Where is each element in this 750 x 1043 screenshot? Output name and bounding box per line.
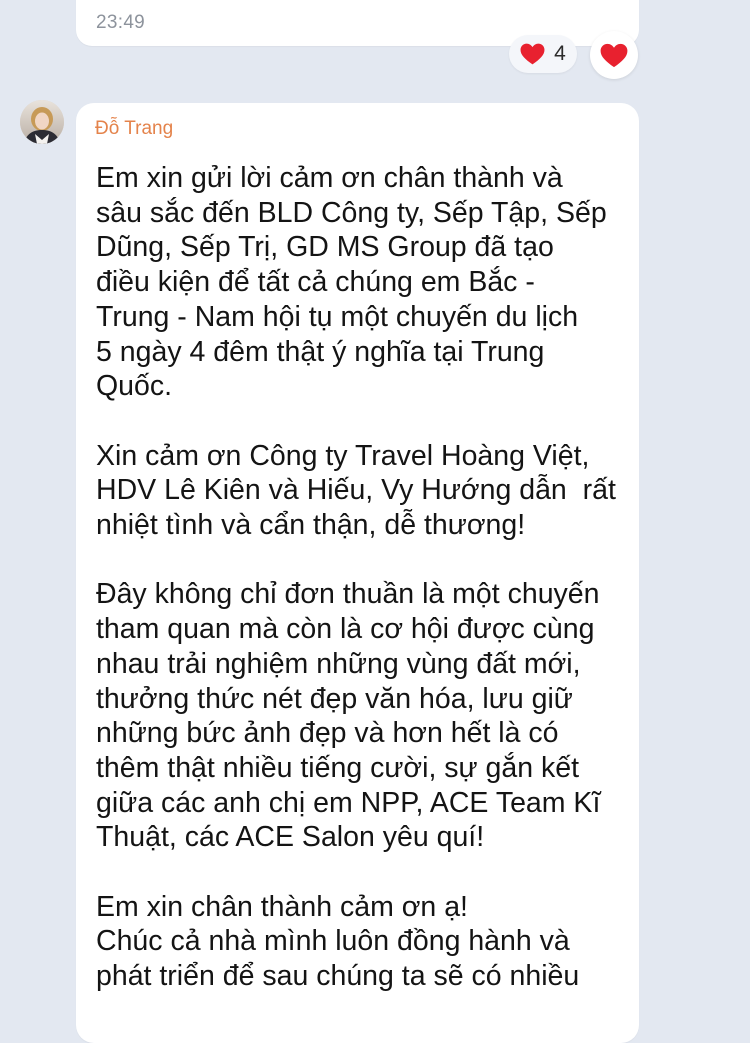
message-timestamp: 23:49 [96,12,146,33]
react-button[interactable] [590,31,638,79]
sender-avatar[interactable] [20,100,64,144]
message-bubble[interactable]: Đỗ Trang Em xin gửi lời cảm ơn chân thàn… [76,103,639,1043]
reaction-count: 4 [554,42,566,65]
sender-name[interactable]: Đỗ Trang [95,118,173,140]
reaction-summary[interactable]: 4 [509,35,577,73]
heart-icon [520,43,545,65]
heart-icon [600,43,628,68]
message-text: Em xin gửi lời cảm ơn chân thành và sâu … [96,162,616,993]
